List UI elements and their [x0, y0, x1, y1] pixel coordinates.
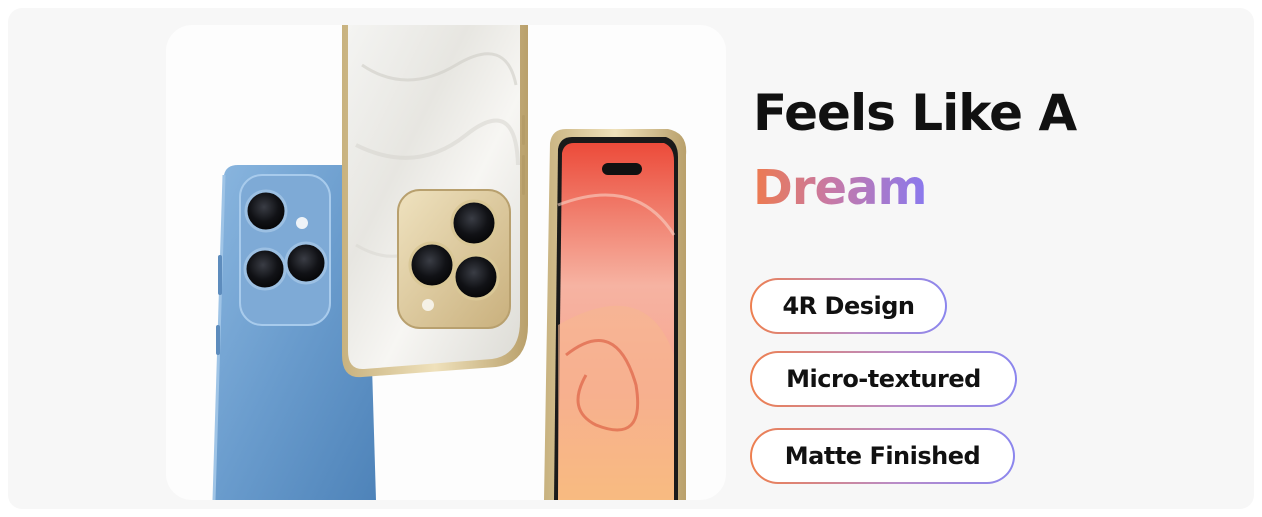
headline-accent: Dream	[753, 160, 927, 216]
feature-pill-label: 4R Design	[752, 280, 945, 332]
product-image-card	[166, 25, 726, 500]
banner-frame: Feels Like A Dream 4R Design Micro-textu…	[8, 8, 1254, 509]
pearl-phone	[342, 25, 528, 378]
headline: Feels Like A	[753, 84, 1077, 142]
feature-pill-label: Micro-textured	[752, 353, 1015, 405]
phones-illustration	[212, 25, 687, 500]
feature-pill-label: Matte Finished	[752, 430, 1013, 482]
feature-pill-matte-finished: Matte Finished	[750, 428, 1015, 484]
feature-pill-4r-design: 4R Design	[750, 278, 947, 334]
gold-phone-front	[544, 129, 687, 500]
feature-pill-micro-textured: Micro-textured	[750, 351, 1017, 407]
